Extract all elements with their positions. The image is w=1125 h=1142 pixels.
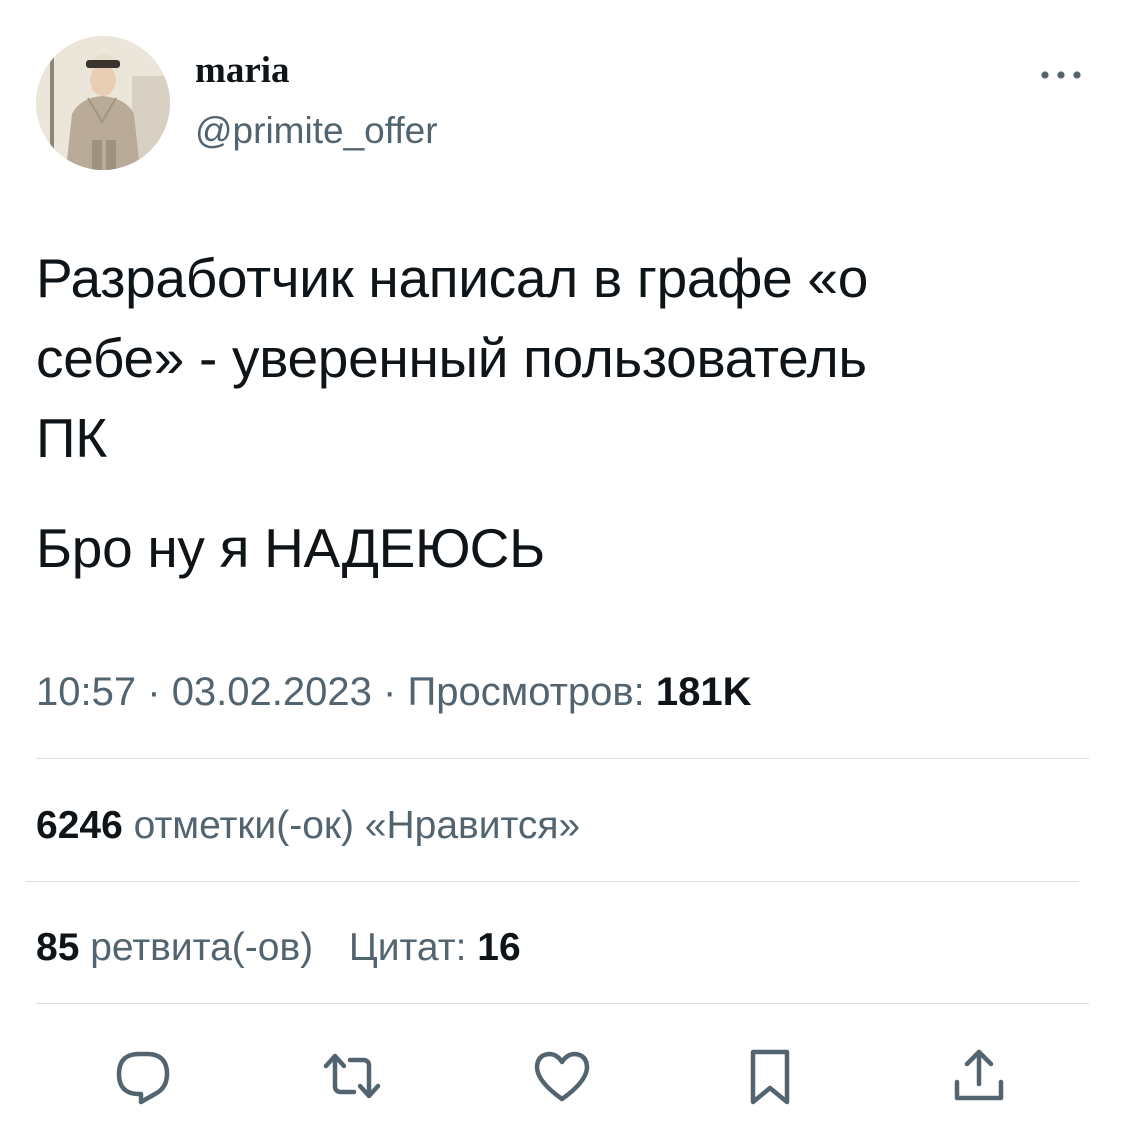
- retweets-count: 85: [36, 926, 80, 969]
- tweet-meta: 10:57 · 03.02.2023 · Просмотров: 181K: [36, 672, 752, 712]
- quotes-count: 16: [477, 926, 521, 969]
- bookmark-button[interactable]: [730, 1036, 810, 1116]
- tweet-text: Разработчик написал в графе «о себе» - у…: [36, 238, 1056, 588]
- bookmark-icon: [750, 1049, 790, 1105]
- views-label: Просмотров:: [407, 670, 645, 714]
- tweet-date[interactable]: 03.02.2023: [172, 670, 372, 714]
- retweets-label: ретвита(-ов): [90, 926, 314, 969]
- like-icon: [534, 1051, 590, 1102]
- retweets-quotes-stat: 85 ретвита(-ов) Цитат: 16: [36, 928, 521, 967]
- tweet-time[interactable]: 10:57: [36, 670, 136, 714]
- retweets-stat[interactable]: 85 ретвита(-ов): [36, 926, 313, 969]
- views-count: 181K: [655, 670, 752, 714]
- quotes-stat[interactable]: Цитат: 16: [349, 926, 521, 969]
- action-bar: [0, 1036, 1125, 1116]
- avatar[interactable]: [36, 36, 170, 170]
- reply-button[interactable]: [103, 1036, 183, 1116]
- avatar-image: [36, 36, 170, 170]
- retweet-icon: [323, 1053, 381, 1099]
- divider: [36, 1003, 1089, 1004]
- share-icon: [954, 1049, 1004, 1101]
- tweet-text-paragraph-1: Разработчик написал в графе «о себе» - у…: [36, 247, 868, 469]
- tweet-text-paragraph-2: Бро ну я НАДЕЮСЬ: [36, 517, 545, 579]
- meta-separator: ·: [383, 670, 397, 714]
- retweet-button[interactable]: [312, 1036, 392, 1116]
- reply-icon: [116, 1051, 170, 1105]
- divider: [36, 758, 1089, 759]
- likes-label: отметки(-ок) «Нравится»: [133, 804, 581, 847]
- divider: [26, 881, 1079, 882]
- meta-separator: ·: [147, 670, 161, 714]
- more-options-icon[interactable]: [1036, 60, 1086, 90]
- quotes-label: Цитат:: [348, 926, 467, 969]
- likes-stat[interactable]: 6246 отметки(-ок) «Нравится»: [36, 806, 580, 845]
- share-button[interactable]: [939, 1036, 1019, 1116]
- like-button[interactable]: [522, 1036, 602, 1116]
- author-handle[interactable]: @primite_offer: [195, 112, 438, 149]
- author-display-name[interactable]: maria: [195, 52, 290, 89]
- likes-count: 6246: [36, 804, 123, 847]
